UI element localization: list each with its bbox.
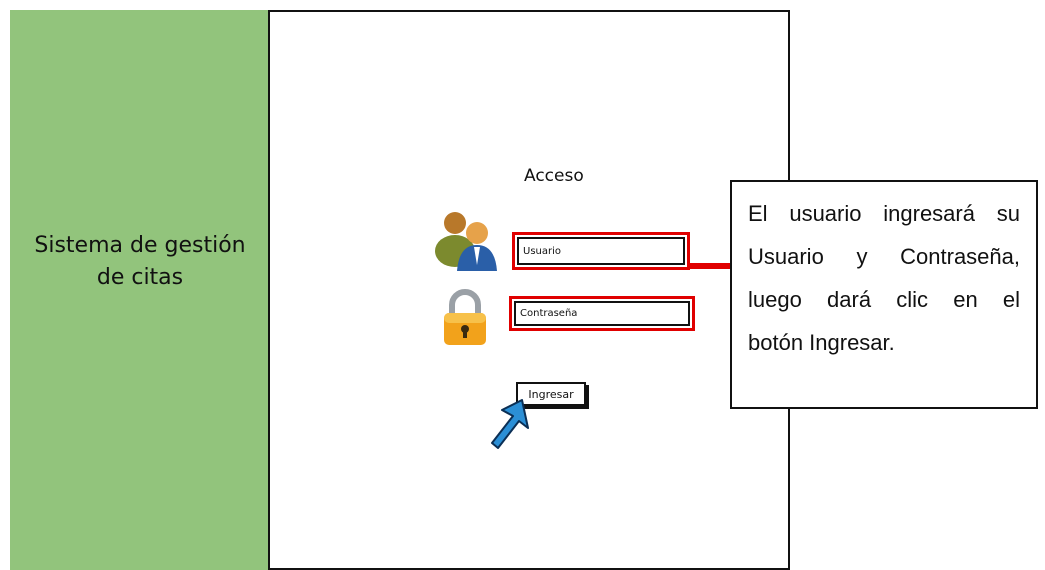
annotation-line: El usuario ingresará su (748, 201, 1020, 226)
lock-icon (444, 289, 486, 345)
password-input[interactable]: Contraseña (514, 301, 690, 326)
annotation-line: botón Ingresar. (748, 330, 895, 355)
users-icon (435, 212, 497, 271)
annotation-line: Usuario y Contraseña, (748, 244, 1020, 269)
username-input[interactable]: Usuario (517, 237, 685, 265)
password-field[interactable]: Contraseña (509, 296, 695, 331)
annotation-line: luego dará clic en el (748, 287, 1020, 312)
sidebar-title-line2: de citas (96, 265, 184, 290)
cursor-arrow-icon (491, 399, 529, 449)
annotation-connector (688, 263, 730, 269)
sidebar-title-line1: Sistema de gestión (34, 233, 246, 258)
sidebar: Sistema de gestión de citas (10, 10, 270, 570)
login-title: Acceso (524, 166, 584, 186)
annotation-note: El usuario ingresará su Usuario y Contra… (730, 180, 1038, 409)
sidebar-title: Sistema de gestión de citas (10, 230, 270, 294)
username-field[interactable]: Usuario (512, 232, 690, 270)
